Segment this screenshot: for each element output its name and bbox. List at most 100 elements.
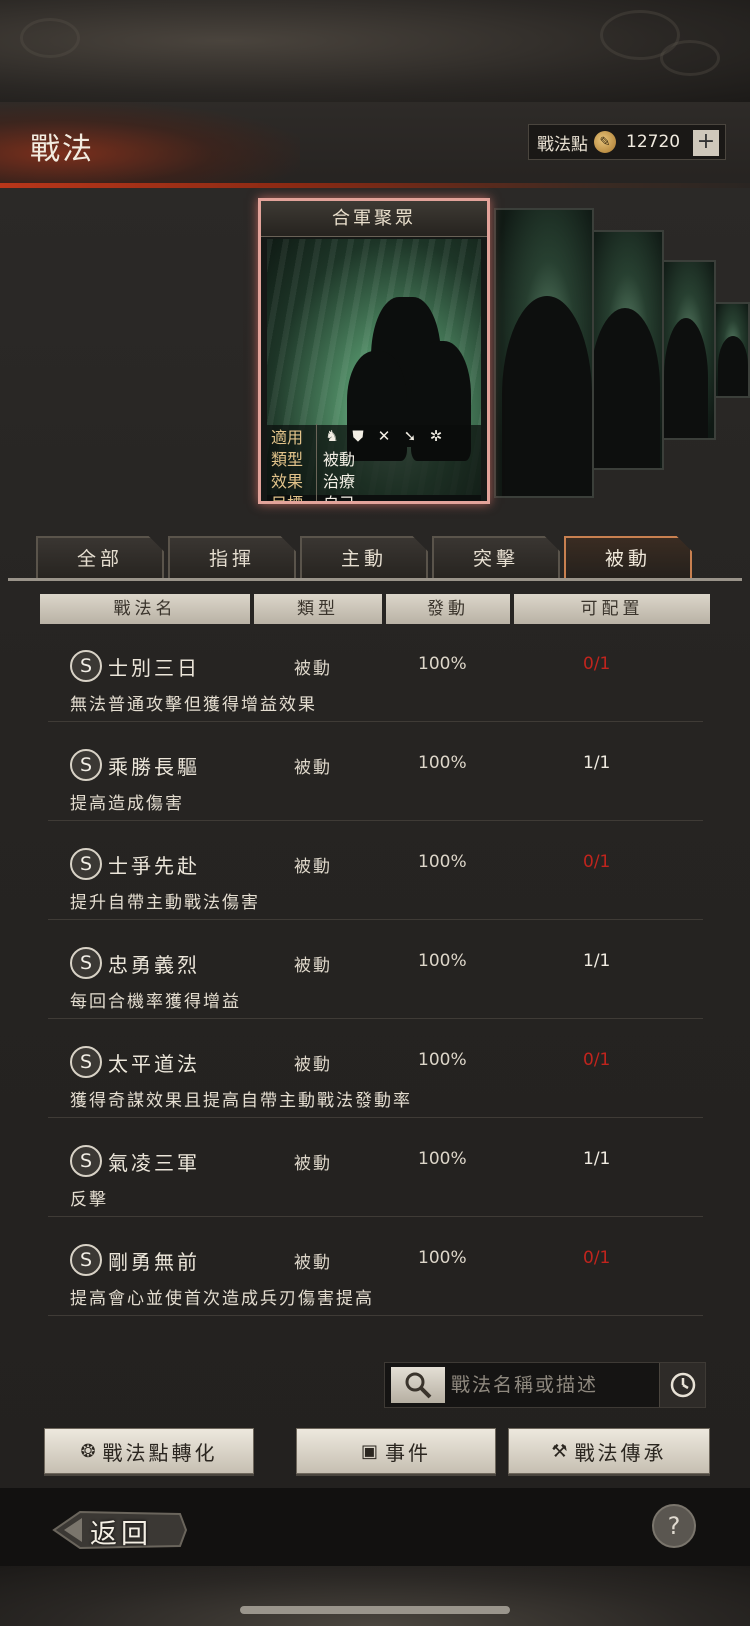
skill-config-count: 0/1 (583, 654, 611, 674)
skill-description: 提高造成傷害 (70, 794, 184, 814)
skill-trigger-rate: 100% (418, 1149, 467, 1169)
tab-command[interactable]: 指揮 (168, 536, 296, 580)
card-row-label: 類型 (267, 446, 317, 470)
skill-card-back-2[interactable] (584, 230, 664, 470)
skill-description: 提高會心並使首次造成兵刃傷害提高 (70, 1289, 374, 1309)
skill-trigger-rate: 100% (418, 1248, 467, 1268)
ticket-icon: ▣ (360, 1440, 381, 1462)
card-row-value: 治療 (323, 472, 356, 491)
skill-description: 無法普通攻擊但獲得增益效果 (70, 695, 317, 715)
points-label: 戰法點 (537, 134, 588, 155)
card-info-panel: 適用 ♞ ⛊ ✕ ➘ ✲ 類型 被動 效果 治療 目標 自己 (267, 424, 481, 504)
skill-card-back-1[interactable] (494, 208, 594, 498)
coin-icon: ✎ (594, 131, 616, 153)
skill-list[interactable]: S 士別三日 被動 100% 0/1 無法普通攻擊但獲得增益效果 S 乘勝長驅 被動 100% 1/… (8, 632, 742, 1332)
grade-badge: S (70, 749, 102, 781)
card-row-value: 自己 (323, 494, 356, 504)
skill-trigger-rate: 100% (418, 654, 467, 674)
col-header-assignable[interactable]: 可配置 (514, 594, 710, 624)
grade-badge: S (70, 848, 102, 880)
skill-row[interactable]: S 太平道法 被動 100% 0/1 獲得奇謀效果且提高自帶主動戰法發動率 (48, 1028, 703, 1118)
header-bar: 戰法 戰法點 ✎ 12720 + (0, 102, 750, 188)
home-indicator[interactable] (240, 1606, 510, 1614)
skill-type: 被動 (294, 659, 332, 679)
skill-config-count: 0/1 (583, 1248, 611, 1268)
bottom-decoration (0, 1566, 750, 1626)
card-row-label: 適用 (267, 424, 317, 448)
hammer-icon: ⚒ (551, 1440, 571, 1462)
convert-points-button[interactable]: ❂ 戰法點轉化 (44, 1428, 254, 1474)
skill-name: 士別三日 (108, 656, 200, 680)
skill-config-count: 1/1 (583, 753, 611, 773)
col-header-type[interactable]: 類型 (254, 594, 382, 624)
shield-icon: ⛊ (352, 427, 364, 445)
add-points-button[interactable]: + (693, 130, 719, 156)
selected-skill-card[interactable]: 合軍聚眾 適用 ♞ ⛊ ✕ ➘ ✲ 類型 被動 效果 治療 目標 自己 (258, 198, 490, 504)
card-row-label: 目標 (267, 490, 317, 501)
flame-icon: ❂ (80, 1440, 99, 1462)
col-header-trigger[interactable]: 發動 (386, 594, 510, 624)
chariot-icon: ✲ (429, 427, 443, 445)
skill-row[interactable]: S 剛勇無前 被動 100% 0/1 提高會心並使首次造成兵刃傷害提高 (48, 1226, 703, 1316)
page-title: 戰法 (30, 132, 94, 167)
skill-row[interactable]: S 忠勇義烈 被動 100% 1/1 每回合機率獲得增益 (48, 929, 703, 1019)
tab-assault[interactable]: 突擊 (432, 536, 560, 580)
event-label: 事件 (385, 1440, 431, 1465)
column-headers: 戰法名 類型 發動 可配置 (40, 594, 710, 624)
skill-config-count: 0/1 (583, 852, 611, 872)
grade-badge: S (70, 1145, 102, 1177)
inherit-skill-button[interactable]: ⚒ 戰法傳承 (508, 1428, 710, 1474)
skill-row[interactable]: S 乘勝長驅 被動 100% 1/1 提高造成傷害 (48, 731, 703, 821)
skill-row[interactable]: S 氣凌三軍 被動 100% 1/1 反擊 (48, 1127, 703, 1217)
grade-badge: S (70, 650, 102, 682)
skill-type: 被動 (294, 1253, 332, 1273)
skill-description: 提升自帶主動戰法傷害 (70, 893, 260, 913)
inherit-skill-label: 戰法傳承 (574, 1440, 667, 1465)
skill-trigger-rate: 100% (418, 852, 467, 872)
skill-type: 被動 (294, 1154, 332, 1174)
convert-points-label: 戰法點轉化 (102, 1440, 218, 1465)
skill-name: 太平道法 (108, 1052, 200, 1076)
back-button[interactable]: 返回 (50, 1508, 190, 1552)
event-button[interactable]: ▣ 事件 (296, 1428, 496, 1474)
skill-trigger-rate: 100% (418, 951, 467, 971)
tab-all[interactable]: 全部 (36, 536, 164, 580)
skill-config-count: 1/1 (583, 951, 611, 971)
card-carousel[interactable]: 合軍聚眾 適用 ♞ ⛊ ✕ ➘ ✲ 類型 被動 效果 治療 目標 自己 (0, 190, 750, 535)
help-button[interactable]: ? (652, 1504, 696, 1548)
skill-card-back-3[interactable] (656, 260, 716, 440)
skill-description: 獲得奇謀效果且提高自帶主動戰法發動率 (70, 1091, 412, 1111)
search-input[interactable] (451, 1363, 651, 1407)
skill-trigger-rate: 100% (418, 753, 467, 773)
skill-points-display: 戰法點 ✎ 12720 + (528, 124, 726, 160)
skill-card-back-4[interactable] (712, 302, 750, 398)
tab-divider (8, 578, 742, 581)
card-row-label: 效果 (267, 468, 317, 492)
skill-row[interactable]: S 士別三日 被動 100% 0/1 無法普通攻擊但獲得增益效果 (48, 632, 703, 722)
grade-badge: S (70, 947, 102, 979)
skill-type: 被動 (294, 956, 332, 976)
tab-active[interactable]: 主動 (300, 536, 428, 580)
skill-name: 忠勇義烈 (108, 953, 200, 977)
skill-name: 乘勝長驅 (108, 755, 200, 779)
unit-type-icons: ♞ ⛊ ✕ ➘ ✲ (317, 427, 445, 445)
skill-description: 反擊 (70, 1190, 108, 1210)
skill-config-count: 0/1 (583, 1050, 611, 1070)
skill-row[interactable]: S 士爭先赴 被動 100% 0/1 提升自帶主動戰法傷害 (48, 830, 703, 920)
skill-type: 被動 (294, 857, 332, 877)
skill-type: 被動 (294, 758, 332, 778)
points-value: 12720 (626, 132, 681, 152)
skill-description: 每回合機率獲得增益 (70, 992, 241, 1012)
grade-badge: S (70, 1046, 102, 1078)
col-header-name[interactable]: 戰法名 (40, 594, 250, 624)
skill-name: 剛勇無前 (108, 1250, 200, 1274)
tab-passive[interactable]: 被動 (564, 536, 692, 580)
skill-name: 士爭先赴 (108, 854, 200, 878)
clock-icon[interactable] (659, 1363, 705, 1407)
cavalry-icon: ♞ (325, 427, 339, 445)
crossbow-icon: ✕ (377, 427, 391, 445)
spear-icon: ➘ (403, 427, 417, 445)
card-name: 合軍聚眾 (261, 201, 487, 237)
footer-bar: 返回 ? (0, 1488, 750, 1566)
search-icon[interactable] (391, 1367, 445, 1403)
